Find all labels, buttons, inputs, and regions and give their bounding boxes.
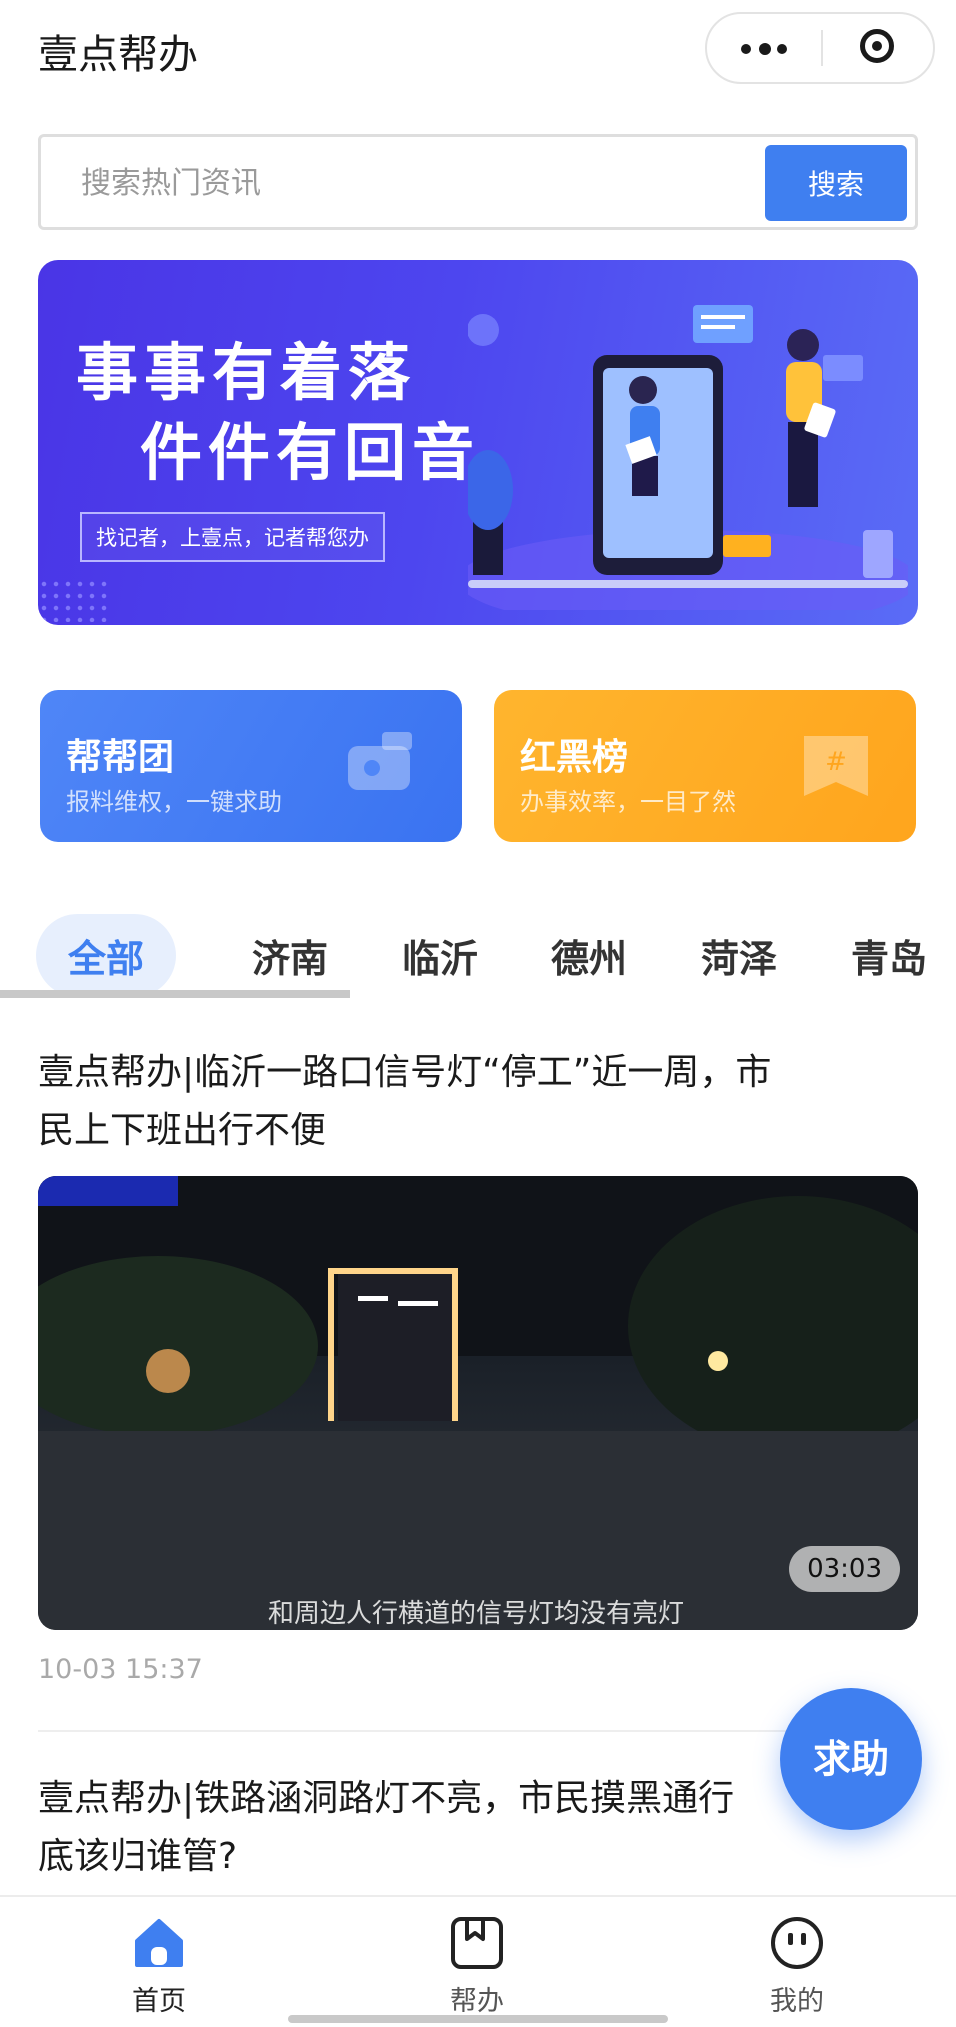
tab-jinan[interactable]: 济南	[252, 928, 328, 983]
target-close-icon	[860, 29, 894, 63]
nav-mine[interactable]: 我的	[722, 1915, 872, 2017]
nav-label: 帮办	[450, 1986, 504, 2017]
article-title[interactable]: 壹点帮办|铁路涵洞路灯不亮，市民摸黑通行 底该归谁管?	[38, 1770, 898, 1886]
hashtag-bookmark-icon: #	[804, 736, 868, 796]
tab-all[interactable]: 全部	[36, 914, 177, 997]
decorative-dots	[38, 578, 108, 622]
top-bar: 壹点帮办	[0, 0, 956, 100]
home-indicator	[288, 2015, 668, 2023]
card-subtitle: 报料维权，一键求助	[66, 788, 282, 816]
article-timestamp: 10-03 15:37	[38, 1654, 203, 1685]
banner-illustration	[468, 305, 908, 610]
card-red-black-list[interactable]: 红黑榜 办事效率，一目了然 #	[494, 690, 916, 842]
night-street-scene	[38, 1176, 918, 1630]
nav-help[interactable]: 帮办	[402, 1915, 552, 2017]
tab-linyi[interactable]: 临沂	[402, 928, 478, 983]
card-title: 红黑榜	[520, 737, 629, 778]
svg-text:#: #	[825, 747, 847, 777]
more-button[interactable]	[707, 14, 821, 82]
smiley-icon	[771, 1917, 823, 1969]
banner-tagline: 找记者，上壹点，记者帮您办	[80, 512, 385, 562]
card-help-group[interactable]: 帮帮团 报料维权，一键求助	[40, 690, 462, 842]
bottom-tab-bar: 首页 帮办 我的	[0, 1895, 956, 2027]
search-bar: 搜索	[38, 134, 918, 230]
card-title: 帮帮团	[66, 737, 175, 778]
article-title-line: 底该归谁管?	[38, 1836, 238, 1877]
mini-program-capsule	[705, 12, 935, 84]
article-title-line: 民上下班出行不便	[38, 1110, 327, 1151]
card-subtitle: 办事效率，一目了然	[520, 788, 736, 816]
search-input[interactable]	[79, 153, 783, 213]
app-title: 壹点帮办	[38, 32, 198, 78]
video-caption: 和周边人行横道的信号灯均没有亮灯	[268, 1599, 685, 1629]
more-dots-icon	[741, 43, 787, 55]
tab-heze[interactable]: 菏泽	[701, 928, 777, 983]
nav-label: 我的	[770, 1986, 824, 2017]
tab-scroll-indicator	[0, 990, 350, 998]
banner-headline-1: 事事有着落	[76, 336, 417, 409]
promo-banner[interactable]: 事事有着落 件件有回音 找记者，上壹点，记者帮您办	[38, 260, 918, 625]
article-title-line: 壹点帮办|临沂一路口信号灯“停工”近一周，市	[38, 1052, 772, 1093]
tab-qingdao[interactable]: 青岛	[851, 928, 927, 983]
bookmark-icon	[451, 1917, 503, 1969]
home-icon	[135, 1919, 183, 1967]
camera-icon	[348, 732, 412, 790]
search-button[interactable]: 搜索	[765, 145, 907, 221]
article-title-line: 壹点帮办|铁路涵洞路灯不亮，市民摸黑通行	[38, 1778, 735, 1819]
help-fab-button[interactable]: 求助	[780, 1688, 922, 1830]
nav-home[interactable]: 首页	[84, 1915, 234, 2017]
banner-headline-2: 件件有回音	[140, 416, 481, 489]
nav-label: 首页	[132, 1986, 186, 2017]
article-title[interactable]: 壹点帮办|临沂一路口信号灯“停工”近一周，市 民上下班出行不便	[38, 1044, 898, 1160]
video-thumbnail[interactable]: 03:03 和周边人行横道的信号灯均没有亮灯	[38, 1176, 918, 1630]
tab-dezhou[interactable]: 德州	[551, 928, 627, 983]
video-duration-badge: 03:03	[789, 1546, 900, 1592]
close-button[interactable]	[823, 14, 933, 82]
